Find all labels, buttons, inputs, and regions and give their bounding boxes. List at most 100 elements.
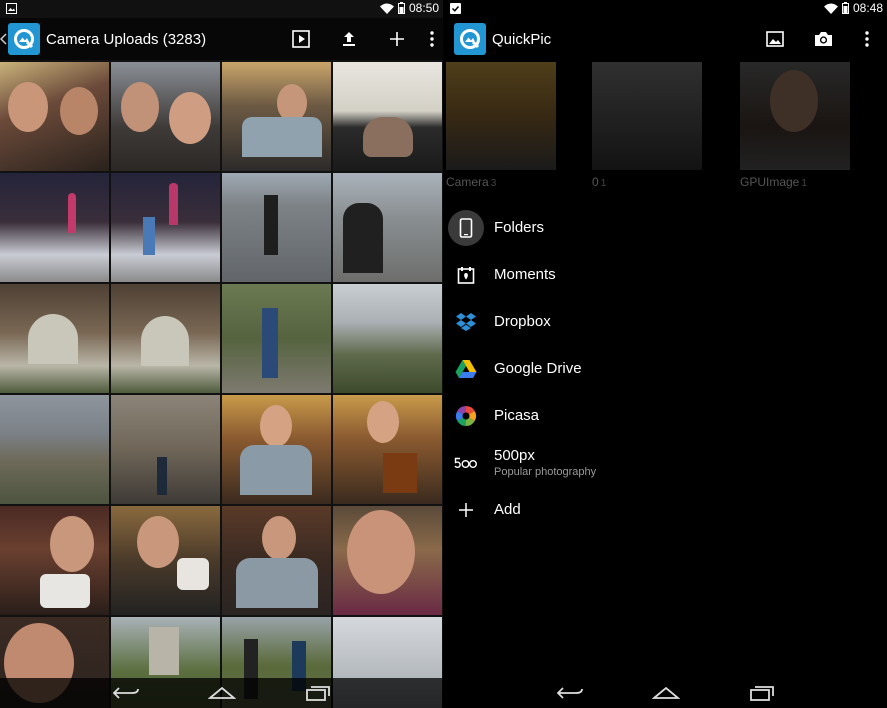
menu-item-label: 500px xyxy=(494,447,535,464)
wifi-icon xyxy=(379,3,394,14)
recents-icon xyxy=(305,686,330,701)
add-button[interactable] xyxy=(373,18,421,60)
menu-item-subtitle: Popular photography xyxy=(494,466,597,478)
photo-thumbnail[interactable] xyxy=(0,395,109,504)
menu-item-label: Moments xyxy=(494,266,556,283)
slideshow-button[interactable] xyxy=(277,18,325,60)
add-icon xyxy=(390,32,404,46)
album-title: Camera Uploads (3283) xyxy=(46,30,207,48)
photo-thumbnail[interactable] xyxy=(111,62,220,171)
calendar-icon xyxy=(448,257,484,293)
album-thumbnail xyxy=(446,62,556,170)
album-name: GPUImage xyxy=(740,175,800,189)
status-bar: 08:50 xyxy=(0,0,443,18)
gallery-icon xyxy=(766,31,784,47)
menu-item-label: Add xyxy=(494,501,521,518)
recents-button[interactable] xyxy=(744,680,780,706)
battery-icon xyxy=(397,2,405,14)
menu-item-label: Dropbox xyxy=(494,313,551,330)
back-button[interactable] xyxy=(552,680,588,706)
menu-item-label: Google Drive xyxy=(494,360,582,377)
photo-thumbnail[interactable] xyxy=(222,284,331,393)
photo-thumbnail[interactable] xyxy=(222,395,331,504)
overflow-menu-button[interactable] xyxy=(847,18,887,60)
dropbox-icon xyxy=(448,304,484,340)
album-label: Camera 3 xyxy=(446,175,496,189)
navigation-bar xyxy=(0,678,443,708)
photo-thumbnail[interactable] xyxy=(333,395,442,504)
album-thumbnail xyxy=(740,62,850,170)
album-label: 01 xyxy=(592,175,606,189)
photo-thumbnail[interactable] xyxy=(0,506,109,615)
home-icon xyxy=(207,686,236,699)
photo-thumbnail[interactable] xyxy=(333,506,442,615)
menu-item-dropbox[interactable]: Dropbox xyxy=(444,298,887,345)
photo-thumbnail[interactable] xyxy=(333,62,442,171)
album-item[interactable]: 01 xyxy=(592,62,702,192)
home-button[interactable] xyxy=(648,680,684,706)
home-icon xyxy=(651,686,680,699)
menu-item-label: Folders xyxy=(494,219,545,236)
status-time: 08:50 xyxy=(408,1,439,15)
camera-icon xyxy=(814,32,832,46)
back-button[interactable] xyxy=(108,680,144,706)
menu-item-label: Picasa xyxy=(494,407,540,424)
battery-icon xyxy=(841,2,849,14)
upload-button[interactable] xyxy=(325,18,373,60)
google-drive-icon xyxy=(448,351,484,387)
photo-thumbnail[interactable] xyxy=(111,506,220,615)
photo-thumbnail[interactable] xyxy=(222,62,331,171)
500px-icon xyxy=(448,445,484,481)
photo-thumbnail[interactable] xyxy=(0,284,109,393)
photo-thumbnail[interactable] xyxy=(333,284,442,393)
wifi-icon xyxy=(823,3,838,14)
menu-item-folders[interactable]: Folders xyxy=(444,204,887,251)
camera-button[interactable] xyxy=(799,18,847,60)
gallery-button[interactable] xyxy=(751,18,799,60)
album-item[interactable]: GPUImage 1 xyxy=(740,62,850,192)
upload-icon xyxy=(343,32,355,46)
phone-icon xyxy=(448,209,484,246)
photo-thumbnail[interactable] xyxy=(111,395,220,504)
menu-item-add[interactable]: Add xyxy=(444,486,887,533)
album-item[interactable]: Camera 3 xyxy=(446,62,556,192)
recents-button[interactable] xyxy=(300,680,336,706)
app-logo-icon[interactable] xyxy=(8,23,40,55)
menu-item-500px[interactable]: 500px Popular photography xyxy=(444,439,887,486)
app-logo-icon[interactable] xyxy=(454,23,486,55)
overflow-menu-button[interactable] xyxy=(421,18,443,60)
album-label: GPUImage 1 xyxy=(740,175,807,189)
photo-thumbnail[interactable] xyxy=(0,62,109,171)
back-chevron-icon[interactable] xyxy=(0,33,8,45)
slideshow-icon xyxy=(292,30,310,48)
photo-thumbnail[interactable] xyxy=(222,506,331,615)
status-bar: 08:48 xyxy=(444,0,887,18)
navigation-menu: Folders Moments Dropbox Google Drive Pic… xyxy=(444,204,887,533)
menu-item-picasa[interactable]: Picasa xyxy=(444,392,887,439)
navigation-bar xyxy=(444,678,887,708)
menu-item-moments[interactable]: Moments xyxy=(444,251,887,298)
app-title: QuickPic xyxy=(492,30,552,48)
notification-image-icon xyxy=(6,3,17,14)
menu-item-google-drive[interactable]: Google Drive xyxy=(444,345,887,392)
photo-thumbnail[interactable] xyxy=(222,173,331,282)
plus-icon xyxy=(448,492,484,528)
action-bar: QuickPic xyxy=(444,18,887,60)
photo-thumbnail[interactable] xyxy=(111,284,220,393)
album-name: 0 xyxy=(592,175,599,189)
album-grid: Camera 3 01 GPUImage 1 xyxy=(444,62,887,192)
status-time: 08:48 xyxy=(852,1,883,15)
photo-thumbnail[interactable] xyxy=(333,173,442,282)
photo-thumbnail[interactable] xyxy=(0,173,109,282)
album-count: 3 xyxy=(490,178,497,189)
camera-uploads-screen: 08:50 Camera Uploads (3283) xyxy=(0,0,443,708)
album-count: 1 xyxy=(600,178,607,189)
quickpic-drawer-screen: 08:48 QuickPic Camera 3 0 1 GPUImage 1 F… xyxy=(444,0,887,708)
home-button[interactable] xyxy=(204,680,240,706)
action-bar: Camera Uploads (3283) xyxy=(0,18,443,60)
photo-thumbnail[interactable] xyxy=(111,173,220,282)
back-icon xyxy=(556,687,583,699)
overflow-menu-icon xyxy=(865,31,869,47)
album-count: 1 xyxy=(801,178,807,189)
overflow-menu-icon xyxy=(430,31,434,47)
